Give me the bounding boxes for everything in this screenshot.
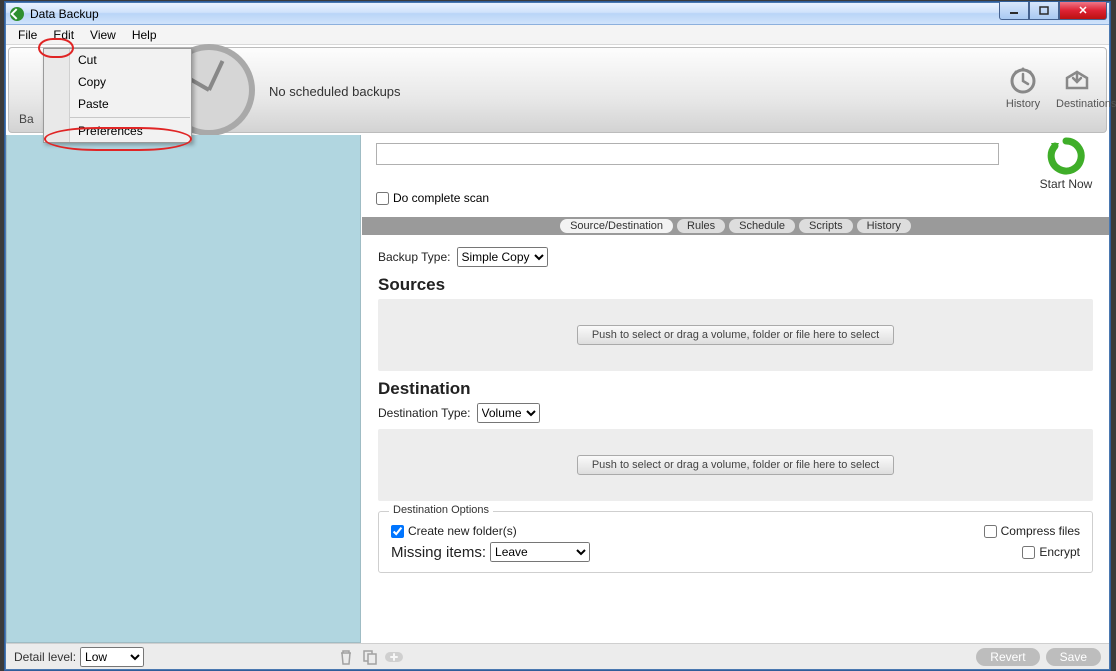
destinations-button[interactable]: Destinations: [1056, 66, 1098, 110]
complete-scan-checkbox[interactable]: Do complete scan: [376, 191, 489, 205]
sources-dropzone[interactable]: Push to select or drag a volume, folder …: [378, 299, 1093, 371]
app-icon: [10, 7, 24, 21]
destination-push-button[interactable]: Push to select or drag a volume, folder …: [577, 455, 894, 475]
app-window: Data Backup ✕ File Edit View Help Cut Co…: [5, 2, 1110, 670]
encrypt-label: Encrypt: [1039, 545, 1080, 559]
encrypt-input[interactable]: [1022, 546, 1035, 559]
tab-schedule[interactable]: Schedule: [729, 219, 795, 233]
tab-strip: Source/Destination Rules Schedule Script…: [362, 217, 1109, 235]
destination-type-label: Destination Type:: [378, 406, 471, 420]
backup-name-input[interactable]: [376, 143, 999, 165]
tab-rules[interactable]: Rules: [677, 219, 725, 233]
tab-history[interactable]: History: [857, 219, 911, 233]
missing-items-label: Missing items:: [391, 544, 486, 561]
history-icon: [1008, 66, 1038, 96]
destination-heading: Destination: [378, 379, 1093, 399]
destination-type-select[interactable]: Volume: [477, 403, 540, 423]
tab-source-destination[interactable]: Source/Destination: [560, 219, 673, 233]
sources-push-button[interactable]: Push to select or drag a volume, folder …: [577, 325, 894, 345]
encrypt-checkbox[interactable]: Encrypt: [1022, 545, 1080, 559]
complete-scan-label: Do complete scan: [393, 191, 489, 205]
tab-scripts[interactable]: Scripts: [799, 219, 853, 233]
destinations-label: Destinations: [1056, 98, 1098, 110]
menuitem-cut[interactable]: Cut: [44, 49, 191, 71]
menuitem-preferences[interactable]: Preferences: [44, 120, 191, 142]
menuitem-paste[interactable]: Paste: [44, 93, 191, 115]
missing-items-select[interactable]: Leave: [490, 542, 590, 562]
backup-type-label: Backup Type:: [378, 250, 451, 264]
revert-button[interactable]: Revert: [976, 648, 1039, 666]
detail-level-select[interactable]: Low: [80, 647, 144, 667]
banner-message: No scheduled backups: [269, 84, 401, 99]
create-new-folders-input[interactable]: [391, 525, 404, 538]
compress-files-checkbox[interactable]: Compress files: [984, 524, 1080, 538]
create-new-folders-label: Create new folder(s): [408, 524, 517, 538]
destination-dropzone[interactable]: Push to select or drag a volume, folder …: [378, 429, 1093, 501]
complete-scan-input[interactable]: [376, 192, 389, 205]
sources-heading: Sources: [378, 275, 1093, 295]
destination-options-fieldset: Destination Options Create new folder(s)…: [378, 511, 1093, 573]
titlebar: Data Backup ✕: [6, 3, 1109, 25]
minimize-button[interactable]: [999, 2, 1029, 20]
banner-left-caption: Ba: [19, 112, 34, 126]
start-now-icon: [1047, 137, 1085, 175]
menu-edit[interactable]: Edit: [45, 26, 82, 44]
compress-files-input[interactable]: [984, 525, 997, 538]
create-new-folders-checkbox[interactable]: Create new folder(s): [391, 524, 517, 538]
form-area: Backup Type: Simple Copy Sources Push to…: [362, 237, 1109, 643]
add-icon[interactable]: [384, 648, 404, 666]
menuitem-copy[interactable]: Copy: [44, 71, 191, 93]
window-controls: ✕: [999, 2, 1107, 20]
destinations-icon: [1062, 66, 1092, 96]
history-label: History: [1002, 98, 1044, 110]
edit-dropdown: Cut Copy Paste Preferences: [43, 48, 192, 143]
backup-type-select[interactable]: Simple Copy: [457, 247, 548, 267]
backup-list-panel: [6, 135, 361, 643]
start-now-label: Start Now: [1035, 177, 1097, 191]
duplicate-icon[interactable]: [360, 648, 380, 666]
history-button[interactable]: History: [1002, 66, 1044, 110]
start-now-button[interactable]: Start Now: [1035, 137, 1097, 191]
menu-view[interactable]: View: [82, 26, 124, 44]
close-button[interactable]: ✕: [1059, 2, 1107, 20]
compress-files-label: Compress files: [1001, 524, 1080, 538]
destination-options-legend: Destination Options: [389, 504, 493, 516]
delete-icon[interactable]: [336, 648, 356, 666]
status-bar: Detail level: Low Revert Save: [6, 643, 1109, 669]
window-title: Data Backup: [30, 7, 99, 21]
main-panel: Start Now Do complete scan Source/Destin…: [362, 135, 1109, 643]
maximize-button[interactable]: [1029, 2, 1059, 20]
menu-file[interactable]: File: [10, 26, 45, 44]
save-button[interactable]: Save: [1046, 648, 1101, 666]
detail-level-label: Detail level:: [14, 650, 76, 664]
